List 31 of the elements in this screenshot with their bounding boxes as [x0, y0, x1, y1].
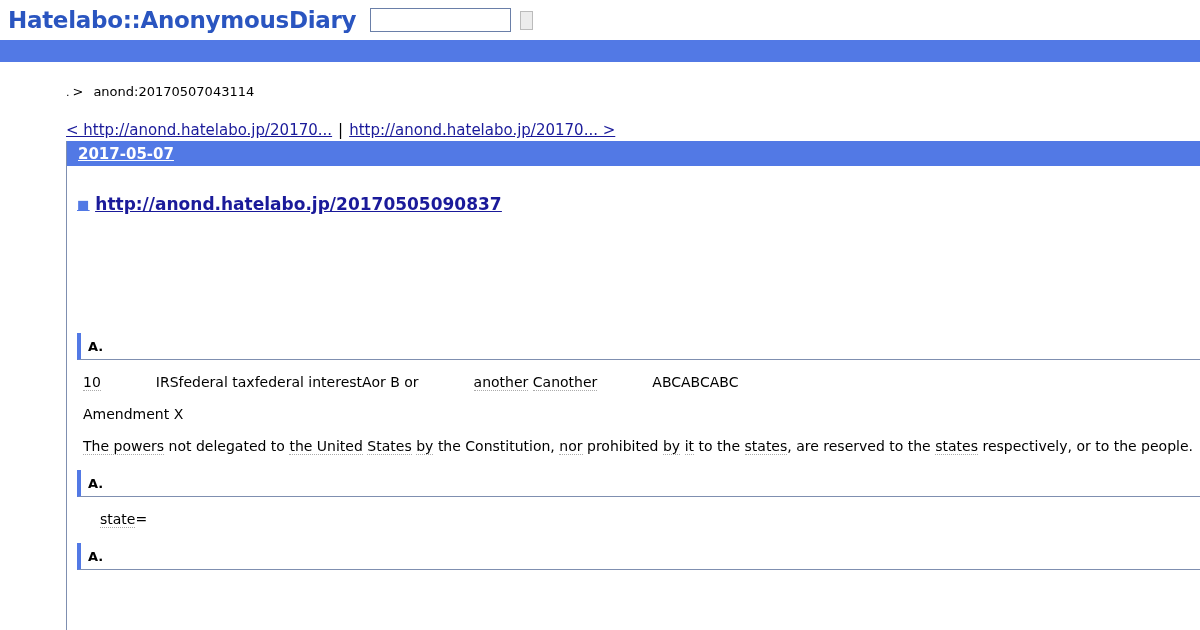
entry-title-link[interactable]: http://anond.hatelabo.jp/20170505090837 — [95, 194, 502, 214]
pager-divider: | — [338, 121, 344, 139]
section-heading: A. — [77, 333, 1200, 360]
section-heading: A. — [77, 543, 1200, 570]
paragraph: 10 IRSfederal taxfederal interestAor B or another Canother ABCABCABC — [83, 373, 740, 392]
keyword-link[interactable]: States — [367, 438, 412, 455]
keyword-link[interactable]: Canother — [532, 374, 598, 391]
keyword-link[interactable]: nor — [559, 438, 583, 455]
breadcrumb-separator: . — [66, 86, 70, 99]
paragraph: Amendment X — [83, 405, 185, 424]
paragraph: The powers not delegated to the United States by the Constitution, nor prohibited by it to the states, are reserved to the states respectively, or to the people. — [83, 437, 1194, 456]
previous-link[interactable]: < http://anond.hatelabo.jp/20170... — [66, 121, 333, 139]
square-mark: ■ — [77, 196, 90, 212]
keyword-link[interactable]: by — [662, 438, 681, 455]
breadcrumb-current: anond:20170507043114 — [93, 84, 255, 99]
site-logo[interactable]: Hatelabo::AnonymousDiary — [8, 7, 357, 33]
paragraph: state= — [100, 510, 149, 529]
keyword-link[interactable]: 10 — [83, 374, 101, 391]
keyword-link[interactable]: state — [100, 511, 136, 528]
keyword-link[interactable]: another — [473, 374, 529, 391]
date-link[interactable]: 2017-05-07 — [78, 144, 174, 163]
search-field[interactable] — [370, 8, 512, 32]
keyword-link[interactable]: the United — [289, 438, 363, 455]
breadcrumb-arrow: > — [72, 84, 84, 99]
keyword-link[interactable]: The powers — [83, 438, 165, 455]
keyword-link[interactable]: it — [684, 438, 695, 455]
next-link[interactable]: http://anond.hatelabo.jp/20170... > — [349, 121, 616, 139]
keyword-link[interactable]: states — [935, 438, 978, 455]
keyword-link[interactable]: by — [416, 438, 434, 455]
keyword-link[interactable]: states — [744, 438, 788, 455]
section-heading: A. — [77, 470, 1200, 497]
